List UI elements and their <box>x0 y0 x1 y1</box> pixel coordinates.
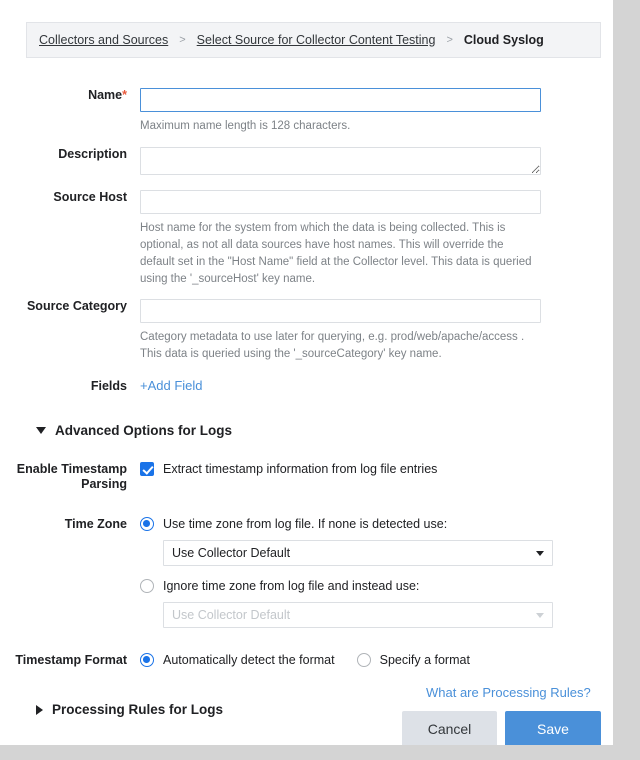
form-row-time-zone: Time Zone Use time zone from log file. I… <box>0 517 613 628</box>
timestamp-format-options: Automatically detect the format Specify … <box>140 653 613 667</box>
source-category-input[interactable] <box>140 299 541 323</box>
timezone-override-select: Use Collector Default <box>163 602 553 628</box>
fields-label: Fields <box>90 378 127 393</box>
source-settings-card: Collectors and Sources > Select Source f… <box>0 0 613 745</box>
form-row-timestamp-format: Timestamp Format Automatically detect th… <box>0 653 613 668</box>
time-zone-label: Time Zone <box>64 517 127 531</box>
name-input[interactable] <box>140 88 541 112</box>
specify-format-label: Specify a format <box>379 653 470 667</box>
extract-timestamp-checkbox[interactable] <box>140 462 154 476</box>
auto-detect-format-label: Automatically detect the format <box>163 653 335 667</box>
source-host-label: Source Host <box>53 190 127 204</box>
advanced-options-title: Advanced Options for Logs <box>55 423 233 438</box>
breadcrumb-separator-icon: > <box>179 34 186 46</box>
description-label: Description <box>58 147 127 161</box>
extract-timestamp-checkbox-label: Extract timestamp information from log f… <box>163 462 438 476</box>
ignore-log-timezone-radio-row[interactable]: Ignore time zone from log file and inste… <box>140 579 613 593</box>
form-row-description: Description <box>0 147 613 180</box>
save-button[interactable]: Save <box>505 711 601 745</box>
name-help-text: Maximum name length is 128 characters. <box>140 120 351 132</box>
source-host-help-text: Host name for the system from which the … <box>140 222 532 285</box>
extract-timestamp-checkbox-row[interactable]: Extract timestamp information from log f… <box>140 462 613 476</box>
source-form: Name* Maximum name length is 128 charact… <box>0 78 613 717</box>
source-host-input[interactable] <box>140 190 541 214</box>
timezone-default-select-value: Use Collector Default <box>172 546 291 560</box>
specify-format-radio[interactable] <box>356 653 371 667</box>
breadcrumb-item-collectors-and-sources[interactable]: Collectors and Sources <box>39 33 168 47</box>
form-row-source-host: Source Host Host name for the system fro… <box>0 190 613 288</box>
form-row-timestamp-parsing: Enable Timestamp Parsing Extract timesta… <box>0 462 613 492</box>
chevron-down-icon <box>536 550 544 556</box>
source-category-label: Source Category <box>26 299 127 313</box>
chevron-down-icon <box>36 427 46 434</box>
required-asterisk-icon: * <box>122 88 127 102</box>
what-are-processing-rules-link[interactable]: What are Processing Rules? <box>426 685 591 700</box>
use-log-timezone-radio[interactable] <box>140 517 154 531</box>
timezone-default-select[interactable]: Use Collector Default <box>163 540 553 566</box>
auto-detect-format-radio[interactable] <box>140 653 154 667</box>
add-field-link[interactable]: +Add Field <box>140 378 203 393</box>
chevron-right-icon <box>36 704 43 715</box>
source-category-help-text: Category metadata to use later for query… <box>140 331 525 360</box>
timestamp-parsing-label: Enable Timestamp Parsing <box>16 462 127 491</box>
form-row-name: Name* Maximum name length is 128 charact… <box>0 88 613 135</box>
use-log-timezone-radio-row[interactable]: Use time zone from log file. If none is … <box>140 517 613 531</box>
chevron-down-icon <box>536 612 544 618</box>
ignore-log-timezone-label: Ignore time zone from log file and inste… <box>163 579 420 593</box>
processing-rules-title: Processing Rules for Logs <box>52 702 224 717</box>
use-log-timezone-label: Use time zone from log file. If none is … <box>163 517 448 531</box>
ignore-log-timezone-radio[interactable] <box>140 579 154 593</box>
breadcrumb-item-current: Cloud Syslog <box>463 33 544 47</box>
advanced-options-section-header[interactable]: Advanced Options for Logs <box>36 423 613 438</box>
breadcrumb: Collectors and Sources > Select Source f… <box>26 22 601 58</box>
timezone-override-select-value: Use Collector Default <box>172 608 291 622</box>
breadcrumb-separator-icon: > <box>446 34 453 46</box>
timestamp-format-label: Timestamp Format <box>15 653 127 667</box>
description-textarea[interactable] <box>140 147 541 175</box>
form-row-fields: Fields +Add Field <box>0 377 613 395</box>
form-row-source-category: Source Category Category metadata to use… <box>0 299 613 363</box>
cancel-button[interactable]: Cancel <box>402 711 497 745</box>
breadcrumb-item-select-source[interactable]: Select Source for Collector Content Test… <box>197 33 436 47</box>
name-label: Name* <box>88 88 127 102</box>
